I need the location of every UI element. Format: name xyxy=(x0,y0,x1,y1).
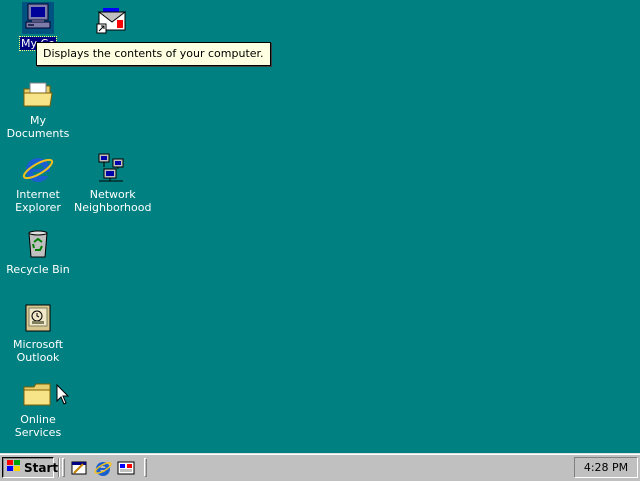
mouse-pointer-icon xyxy=(56,383,70,406)
desktop-icon-label: Recycle Bin xyxy=(6,263,70,276)
desktop-icon-label: Network Neighborhood xyxy=(74,188,152,214)
desktop-icon-network-neighborhood[interactable]: Network Neighborhood xyxy=(73,153,152,214)
folder-icon xyxy=(22,378,54,410)
desktop-icon-my-documents[interactable]: My Documents xyxy=(0,79,76,140)
outlook-icon xyxy=(22,303,54,335)
channels-icon[interactable] xyxy=(117,459,135,477)
quick-launch-grip[interactable] xyxy=(62,458,65,477)
desktop-icon-label: Internet Explorer xyxy=(15,188,61,214)
internet-explorer-icon xyxy=(22,153,54,185)
start-label: Start xyxy=(24,460,59,475)
show-desktop-icon[interactable] xyxy=(70,459,88,477)
desktop-icon-label: Microsoft Outlook xyxy=(12,338,64,364)
recycle-bin-icon xyxy=(22,228,54,260)
system-tray-clock[interactable]: 4:28 PM xyxy=(574,457,638,478)
desktop-icon-recycle-bin[interactable]: Recycle Bin xyxy=(0,228,76,276)
desktop[interactable]: My Co My Documents xyxy=(0,0,640,453)
tooltip: Displays the contents of your computer. xyxy=(36,42,271,66)
taskbar-separator xyxy=(58,458,60,477)
desktop-icon-microsoft-outlook[interactable]: Microsoft Outlook xyxy=(0,303,76,364)
internet-explorer-icon[interactable] xyxy=(94,459,112,477)
desktop-icon-label: Online Services xyxy=(14,413,62,439)
start-button[interactable]: Start xyxy=(2,457,58,478)
taskbar: Start 4:28 PM xyxy=(0,453,640,481)
windows-logo-icon xyxy=(7,460,21,475)
folder-icon xyxy=(22,79,54,111)
inbox-icon xyxy=(95,4,127,36)
desktop-icon-label: My Documents xyxy=(6,114,70,140)
network-neighborhood-icon xyxy=(95,153,127,185)
desktop-icon-internet-explorer[interactable]: Internet Explorer xyxy=(0,153,76,214)
taskbar-grip[interactable] xyxy=(144,458,147,477)
clock: 4:28 PM xyxy=(583,461,629,474)
my-computer-icon xyxy=(22,2,54,34)
